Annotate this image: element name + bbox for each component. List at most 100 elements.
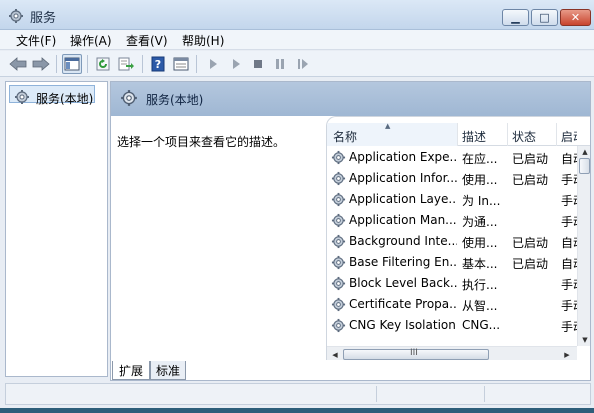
window-title: 服务	[30, 11, 57, 26]
tab-extended[interactable]: 扩展	[112, 361, 150, 380]
service-gear-icon	[331, 213, 346, 228]
horizontal-scroll-thumb[interactable]: III	[343, 348, 489, 360]
service-gear-icon	[331, 297, 346, 312]
toolbar-separator	[87, 55, 88, 73]
scroll-down-icon[interactable]: ▼	[578, 334, 590, 346]
menu-file[interactable]: 文件(F)	[16, 32, 56, 49]
details-pane: 服务(本地) 选择一个项目来查看它的描述。 ▲ 名称 描述 状态 启动 Appl…	[110, 81, 591, 381]
tree-item-services-local[interactable]: 服务(本地)	[9, 85, 95, 106]
table-row[interactable]: Certificate Propa... 从智... 手动	[327, 294, 577, 315]
service-name: Base Filtering En...	[349, 255, 457, 269]
forward-arrow-icon[interactable]	[31, 54, 51, 74]
column-header-name[interactable]: 名称	[333, 128, 357, 145]
minimize-icon: ▁	[511, 11, 520, 24]
vertical-scroll-thumb[interactable]	[579, 158, 590, 174]
status-divider	[484, 386, 485, 402]
horizontal-scrollbar[interactable]: ◀ III ▶	[327, 346, 577, 360]
menu-bar: 文件(F) 操作(A) 查看(V) 帮助(H)	[0, 30, 594, 50]
service-description: CNG...	[462, 318, 501, 332]
service-startup-type: 自动	[561, 257, 577, 271]
back-arrow-icon[interactable]	[8, 54, 28, 74]
start-service-icon[interactable]	[203, 54, 223, 74]
service-startup-type: 手动	[561, 278, 577, 292]
service-gear-icon	[331, 192, 346, 207]
service-description: 使用...	[462, 236, 498, 250]
gear-icon	[15, 90, 29, 104]
show-hide-tree-icon[interactable]	[62, 54, 82, 74]
service-status: 已启动	[512, 257, 549, 271]
help-icon[interactable]: ?	[148, 54, 168, 74]
status-bar	[5, 383, 591, 405]
properties-icon[interactable]	[171, 54, 191, 74]
service-gear-icon	[331, 171, 346, 186]
service-description: 为 In...	[462, 194, 501, 208]
service-startup-type: 手动	[561, 320, 577, 334]
column-header-status[interactable]: 状态	[512, 128, 536, 145]
toolbar-separator	[196, 55, 197, 73]
service-description: 执行...	[462, 278, 498, 292]
table-row[interactable]: Block Level Back... 执行... 手动	[327, 273, 577, 294]
menu-action[interactable]: 操作(A)	[70, 32, 112, 49]
column-divider[interactable]	[556, 123, 557, 146]
service-startup-type: 自动	[561, 236, 577, 250]
sort-ascending-icon: ▲	[385, 122, 391, 130]
toolbar-separator	[142, 55, 143, 73]
service-name: CNG Key Isolation	[349, 318, 456, 332]
service-name: Block Level Back...	[349, 276, 457, 290]
refresh-icon[interactable]	[93, 54, 113, 74]
scroll-up-icon[interactable]: ▲	[578, 146, 590, 158]
menu-help[interactable]: 帮助(H)	[182, 32, 224, 49]
column-divider[interactable]	[457, 123, 458, 146]
service-name: Application Infor...	[349, 171, 457, 185]
column-divider[interactable]	[507, 123, 508, 146]
service-description: 在应...	[462, 152, 498, 166]
service-gear-icon	[331, 234, 346, 249]
scroll-left-icon[interactable]: ◀	[329, 349, 341, 360]
status-divider	[376, 386, 377, 402]
tab-standard-label: 标准	[155, 363, 180, 378]
service-name: Application Expe...	[349, 150, 457, 164]
service-gear-icon	[331, 150, 346, 165]
stop-service-icon[interactable]	[248, 54, 268, 74]
svg-text:?: ?	[155, 58, 161, 71]
tab-standard[interactable]: 标准	[150, 361, 186, 380]
menu-view[interactable]: 查看(V)	[126, 32, 168, 49]
service-name: Background Inte...	[349, 234, 457, 248]
close-icon: ✕	[570, 11, 581, 24]
table-row[interactable]: Application Expe... 在应... 已启动自动	[327, 147, 577, 168]
service-status: 已启动	[512, 152, 549, 166]
maximize-icon: □	[539, 11, 550, 24]
title-bar: 服务 ▁ □ ✕	[0, 0, 594, 30]
service-startup-type: 手动	[561, 173, 577, 187]
tab-extended-label: 扩展	[118, 363, 143, 378]
start-service-alt-icon[interactable]	[226, 54, 246, 74]
column-header-description[interactable]: 描述	[462, 128, 486, 145]
service-status: 已启动	[512, 236, 549, 250]
pause-service-icon[interactable]	[270, 54, 290, 74]
taskbar-edge	[0, 408, 594, 413]
table-row[interactable]: Base Filtering En... 基本... 已启动自动	[327, 252, 577, 273]
scroll-right-icon[interactable]: ▶	[561, 349, 573, 360]
table-row[interactable]: Application Laye... 为 In... 手动	[327, 189, 577, 210]
column-header-startup[interactable]: 启动	[561, 128, 577, 145]
restart-service-icon[interactable]	[293, 54, 313, 74]
table-row[interactable]: Background Inte... 使用... 已启动自动	[327, 231, 577, 252]
table-row[interactable]: Application Man... 为通... 手动	[327, 210, 577, 231]
panel-header: 服务(本地)	[111, 82, 590, 116]
service-description: 为通...	[462, 215, 498, 229]
gear-icon	[121, 90, 137, 106]
service-startup-type: 手动	[561, 215, 577, 229]
service-startup-type: 手动	[561, 194, 577, 208]
list-header: ▲ 名称 描述 状态 启动	[327, 122, 590, 146]
table-row[interactable]: CNG Key Isolation CNG... 手动	[327, 315, 577, 336]
services-gear-icon	[9, 9, 23, 23]
minimize-button[interactable]: ▁	[502, 9, 529, 26]
service-name: Application Laye...	[349, 192, 457, 206]
export-list-icon[interactable]	[116, 54, 136, 74]
close-button[interactable]: ✕	[560, 9, 591, 26]
scroll-grip: III	[410, 348, 418, 358]
service-startup-type: 手动	[561, 299, 577, 313]
vertical-scrollbar[interactable]: ▲ ▼	[577, 146, 590, 346]
maximize-button[interactable]: □	[531, 9, 558, 26]
table-row[interactable]: Application Infor... 使用... 已启动手动	[327, 168, 577, 189]
